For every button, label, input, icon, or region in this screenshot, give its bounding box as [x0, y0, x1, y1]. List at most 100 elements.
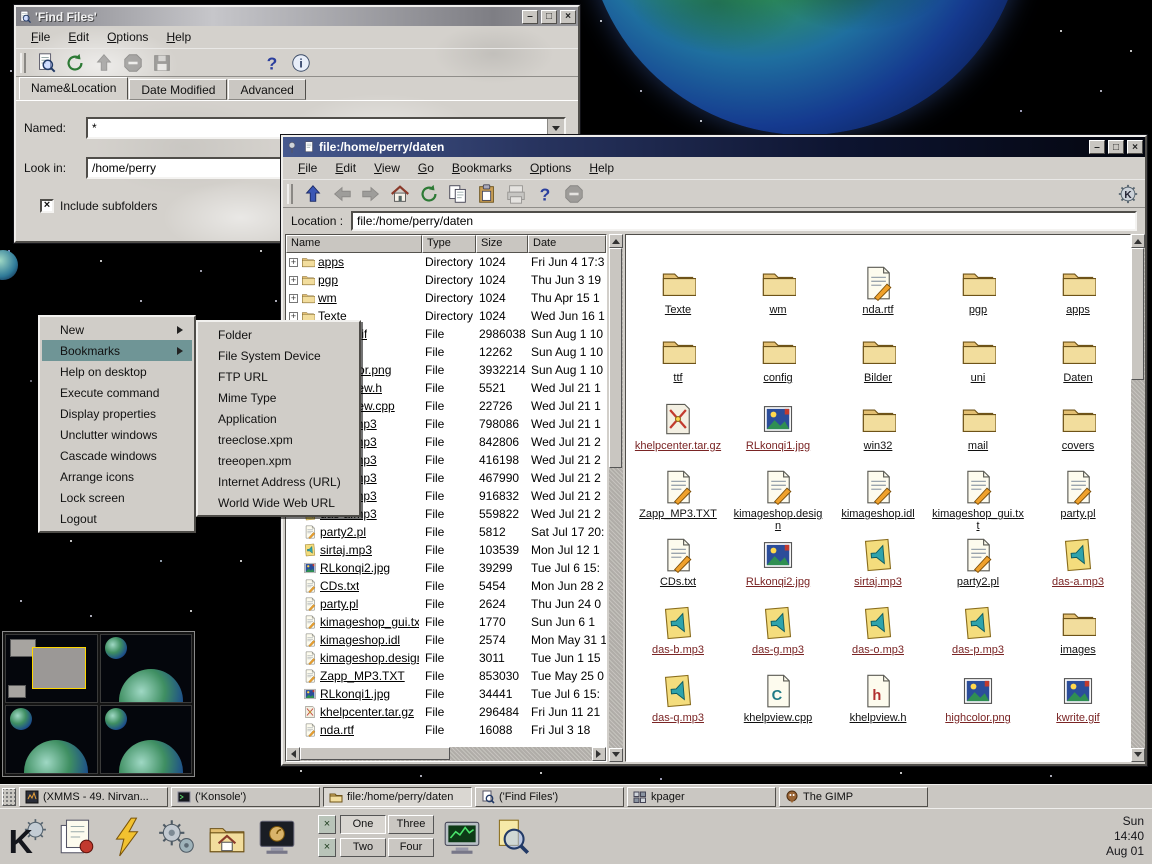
icon-item[interactable]: nda.rtf	[828, 265, 928, 333]
include-subfolders-checkbox[interactable]: ×	[40, 199, 54, 213]
icon-item[interactable]: RLkonqi2.jpg	[728, 537, 828, 605]
find-files-menu-file[interactable]: File	[22, 28, 59, 46]
icon-item-label[interactable]: Bilder	[864, 372, 892, 384]
context-menu-item-help-on-desktop[interactable]: Help on desktop	[42, 361, 192, 382]
context-menu-item-arrange-icons[interactable]: Arrange icons	[42, 466, 192, 487]
icon-item[interactable]: wm	[728, 265, 828, 333]
print-toolbar-button[interactable]	[503, 182, 529, 206]
scroll-up-arrow[interactable]	[1131, 234, 1145, 248]
desktop-close-button[interactable]: ×	[318, 815, 336, 834]
home-toolbar-button[interactable]	[387, 182, 413, 206]
icon-item-label[interactable]: highcolor.png	[945, 712, 1010, 724]
tree-file-link[interactable]: party.pl	[320, 597, 358, 611]
icon-item-label[interactable]: mail	[968, 440, 988, 452]
icon-item-label[interactable]: win32	[864, 440, 893, 452]
icon-item-label[interactable]: party.pl	[1060, 508, 1095, 520]
pager-desktop-2[interactable]	[100, 634, 193, 703]
desktop-button-one[interactable]: One	[340, 815, 386, 834]
icon-item-label[interactable]: images	[1060, 644, 1095, 656]
icon-item-label[interactable]: das-q.mp3	[652, 712, 704, 724]
submenu-item-folder[interactable]: Folder	[200, 324, 357, 345]
context-menu-item-execute-command[interactable]: Execute command	[42, 382, 192, 403]
taskbar-button-the-gimp[interactable]: The GIMP	[779, 787, 928, 807]
icon-item-label[interactable]: khelpview.h	[850, 712, 907, 724]
icon-item[interactable]: kimageshop_gui.txt	[928, 469, 1028, 537]
submenu-item-application[interactable]: Application	[200, 408, 357, 429]
tree-file-link[interactable]: pgp	[318, 273, 338, 287]
icon-item-label[interactable]: kwrite.gif	[1056, 712, 1099, 724]
scroll-down-arrow[interactable]	[1131, 748, 1145, 762]
context-menu-item-logout[interactable]: Logout	[42, 508, 192, 529]
up-toolbar-button[interactable]	[91, 51, 117, 75]
tree-file-link[interactable]: party2.pl	[320, 525, 366, 539]
maximize-button[interactable]: □	[1108, 140, 1124, 154]
shell-launcher[interactable]	[254, 814, 299, 859]
icon-item-label[interactable]: covers	[1062, 440, 1094, 452]
minimize-button[interactable]: –	[1089, 140, 1105, 154]
file-manager-titlebar[interactable]: file:/home/perry/daten – □ ×	[283, 137, 1145, 157]
scroll-right-arrow[interactable]	[592, 747, 606, 761]
tree-row[interactable]: party2.plFile5812Sat Jul 17 20:	[286, 523, 606, 541]
tree-expander-icon[interactable]: +	[289, 276, 298, 285]
context-menu-item-display-properties[interactable]: Display properties	[42, 403, 192, 424]
control-center-launcher[interactable]	[154, 814, 199, 859]
paste-toolbar-button[interactable]	[474, 182, 500, 206]
icon-item-label[interactable]: wm	[769, 304, 786, 316]
tree-row[interactable]: kimageshop.idlFile2574Mon May 31 1	[286, 631, 606, 649]
icon-item-label[interactable]: khelpcenter.tar.gz	[635, 440, 721, 452]
taskbar-handle[interactable]	[2, 788, 16, 806]
icon-item[interactable]: ttf	[628, 333, 728, 401]
close-button[interactable]: ×	[560, 10, 576, 24]
toolbar-handle[interactable]	[20, 53, 26, 73]
icon-item[interactable]: config	[728, 333, 828, 401]
scroll-left-arrow[interactable]	[286, 747, 300, 761]
system-monitor-launcher[interactable]	[439, 814, 484, 859]
file-manager-menu-edit[interactable]: Edit	[326, 159, 365, 177]
icon-item[interactable]: party.pl	[1028, 469, 1128, 537]
submenu-item-file-system-device[interactable]: File System Device	[200, 345, 357, 366]
icon-item-label[interactable]: kimageshop.design	[732, 508, 824, 532]
tree-row[interactable]: sirtaj.mp3File103539Mon Jul 12 1	[286, 541, 606, 559]
scroll-thumb[interactable]	[609, 248, 622, 468]
icon-item-label[interactable]: kimageshop.idl	[841, 508, 914, 520]
stop-toolbar-button[interactable]	[120, 51, 146, 75]
icon-item[interactable]: covers	[1028, 401, 1128, 469]
tree-row[interactable]: +pgpDirectory1024Thu Jun 3 19	[286, 271, 606, 289]
toolbar-handle[interactable]	[287, 184, 293, 204]
icon-item-label[interactable]: kimageshop_gui.txt	[932, 508, 1024, 532]
file-manager-menu-view[interactable]: View	[365, 159, 409, 177]
icon-item[interactable]: Zapp_MP3.TXT	[628, 469, 728, 537]
tree-file-link[interactable]: apps	[318, 255, 344, 269]
tree-horizontal-scrollbar[interactable]	[286, 747, 606, 761]
submenu-item-treeopen-xpm[interactable]: treeopen.xpm	[200, 450, 357, 471]
window-menu-icon[interactable]	[302, 140, 316, 154]
icon-item-label[interactable]: pgp	[969, 304, 987, 316]
tab-name-location[interactable]: Name&Location	[19, 77, 128, 100]
tree-vertical-scrollbar[interactable]	[609, 234, 623, 762]
context-menu-item-cascade-windows[interactable]: Cascade windows	[42, 445, 192, 466]
icon-item-label[interactable]: Texte	[665, 304, 691, 316]
tree-column-type[interactable]: Type	[422, 235, 476, 253]
icon-item-label[interactable]: das-o.mp3	[852, 644, 904, 656]
icon-item[interactable]: das-q.mp3	[628, 673, 728, 741]
find-files-menu-options[interactable]: Options	[98, 28, 157, 46]
icon-item-label[interactable]: sirtaj.mp3	[854, 576, 902, 588]
icon-item-label[interactable]: Daten	[1063, 372, 1092, 384]
tree-file-link[interactable]: sirtaj.mp3	[320, 543, 372, 557]
tree-expander-icon[interactable]: +	[289, 258, 298, 267]
icon-item[interactable]: highcolor.png	[928, 673, 1028, 741]
scroll-thumb[interactable]	[300, 747, 450, 760]
icon-item[interactable]: kwrite.gif	[1028, 673, 1128, 741]
submenu-item-internet-address-url[interactable]: Internet Address (URL)	[200, 471, 357, 492]
context-menu-item-bookmarks[interactable]: Bookmarks	[42, 340, 192, 361]
help-toolbar-button[interactable]: ?	[532, 182, 558, 206]
tree-row[interactable]: khelpcenter.tar.gzFile296484Fri Jun 11 2…	[286, 703, 606, 721]
stop-toolbar-button[interactable]	[561, 182, 587, 206]
tab-date-modified[interactable]: Date Modified	[129, 79, 227, 100]
magnifier-launcher[interactable]	[489, 814, 534, 859]
submenu-item-world-wide-web-url[interactable]: World Wide Web URL	[200, 492, 357, 513]
icon-item[interactable]: Bilder	[828, 333, 928, 401]
tree-column-name[interactable]: Name	[286, 235, 422, 253]
icon-item[interactable]: hkhelpview.h	[828, 673, 928, 741]
icon-item[interactable]: RLkonqi1.jpg	[728, 401, 828, 469]
